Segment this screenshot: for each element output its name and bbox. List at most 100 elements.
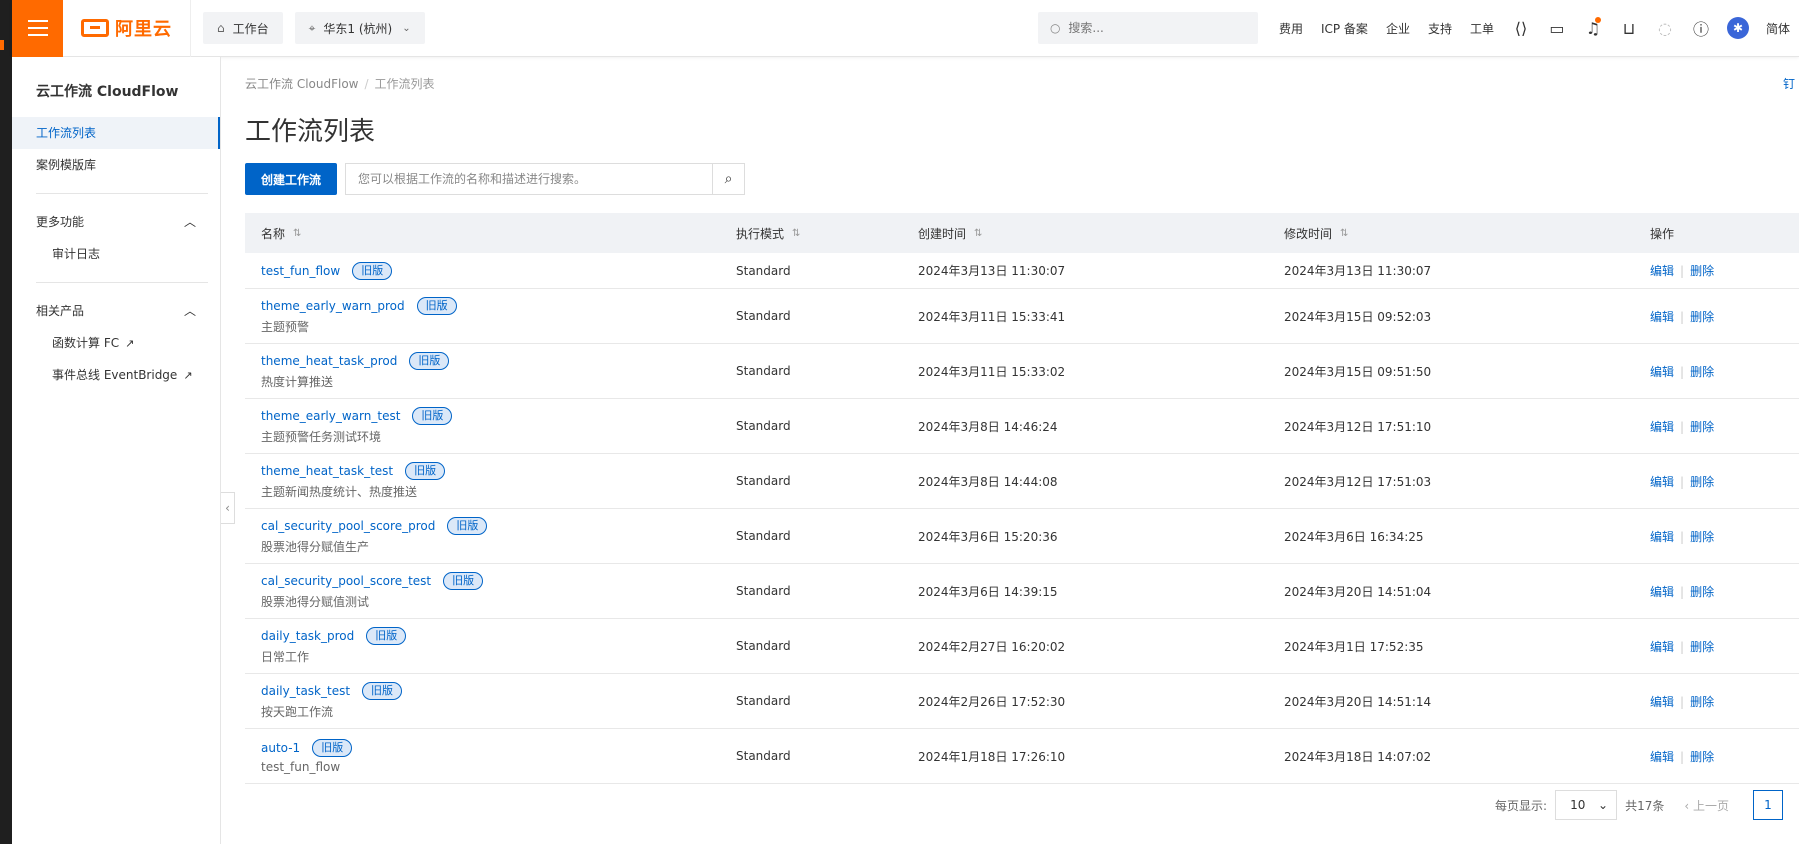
code-icon[interactable]: ⟨⟩ [1503, 19, 1539, 38]
breadcrumb-root[interactable]: 云工作流 CloudFlow [245, 77, 359, 91]
cell-modified: 2024年3月6日 16:34:25 [1284, 529, 1424, 544]
col-header-mode[interactable]: 执行模式 ⇅ [720, 225, 902, 242]
brand-logo[interactable]: 阿里云 [63, 0, 191, 57]
per-page-select[interactable]: 10 ⌄ [1555, 790, 1618, 820]
global-search[interactable]: ○ [1037, 12, 1258, 44]
workflow-name-link[interactable]: theme_early_warn_test [261, 409, 400, 423]
table-row: theme_heat_task_test 旧版 主题新闻热度统计、热度推送 Stand… [245, 454, 1799, 509]
global-search-input[interactable] [1068, 21, 1239, 35]
pin-link[interactable]: 钉 [1783, 75, 1795, 92]
region-label: 华东1 (杭州) [323, 21, 393, 36]
legacy-version-tag: 旧版 [366, 627, 407, 645]
edit-button[interactable]: 编辑 [1650, 530, 1674, 544]
cell-name: theme_early_warn_test 旧版 主题预警任务测试环境 [245, 407, 720, 445]
delete-button[interactable]: 删除 [1690, 365, 1714, 379]
cell-created: 2024年3月13日 11:30:07 [918, 264, 1066, 278]
hamburger-menu-button[interactable] [12, 0, 63, 57]
search-icon: ○ [1049, 21, 1061, 35]
workflow-description: 主题预警任务测试环境 [261, 430, 382, 444]
workflow-name-link[interactable]: theme_heat_task_test [261, 464, 393, 478]
nav-link-ticket[interactable]: 工单 [1461, 20, 1503, 37]
cell-actions: 编辑 | 删除 [1650, 584, 1715, 599]
delete-button[interactable]: 删除 [1690, 750, 1714, 764]
notification-dot [1594, 16, 1601, 23]
table-body: test_fun_flow 旧版 Standard 2024年3月13日 11:30:… [245, 253, 1799, 784]
workflow-name-link[interactable]: auto-1 [261, 741, 300, 755]
nav-link-billing[interactable]: 费用 [1270, 20, 1312, 37]
edit-button[interactable]: 编辑 [1650, 264, 1674, 278]
workflow-name-link[interactable]: test_fun_flow [261, 264, 340, 278]
table-row: cal_security_pool_score_prod 旧版 股票池得分赋值生产 S… [245, 509, 1799, 564]
sidebar-item-audit-log[interactable]: 审计日志 [12, 238, 220, 270]
delete-button[interactable]: 删除 [1690, 475, 1714, 489]
col-header-modified[interactable]: 修改时间 ⇅ [1268, 225, 1634, 242]
page-number-button[interactable]: 1 [1753, 790, 1783, 820]
workflow-name-link[interactable]: theme_heat_task_prod [261, 354, 397, 368]
workflow-search: ⌕ [345, 163, 746, 195]
page-title: 工作流列表 [245, 117, 376, 147]
bell-icon[interactable]: ♫ [1575, 16, 1611, 38]
delete-button[interactable]: 删除 [1690, 264, 1714, 278]
edit-button[interactable]: 编辑 [1650, 310, 1674, 324]
cart-icon[interactable]: ⊔ [1611, 19, 1647, 38]
workflow-search-input[interactable] [346, 164, 713, 194]
edit-button[interactable]: 编辑 [1650, 585, 1674, 599]
search-icon[interactable]: ⌕ [712, 164, 744, 194]
help-icon[interactable]: ⓘ [1683, 16, 1719, 40]
terminal-icon[interactable]: ▭ [1539, 19, 1575, 38]
workflow-name-link[interactable]: cal_security_pool_score_prod [261, 519, 435, 533]
table-row: test_fun_flow 旧版 Standard 2024年3月13日 11:30:… [245, 253, 1799, 289]
cell-mode: Standard [736, 694, 791, 708]
cell-mode: Standard [736, 419, 791, 433]
edit-button[interactable]: 编辑 [1650, 640, 1674, 654]
workflow-name-link[interactable]: theme_early_warn_prod [261, 299, 405, 313]
cell-actions: 编辑 | 删除 [1650, 364, 1715, 379]
cell-actions: 编辑 | 删除 [1650, 419, 1715, 434]
workflow-name-link[interactable]: daily_task_test [261, 684, 350, 698]
table-row: daily_task_prod 旧版 日常工作 Standard 2024年2月27日 … [245, 619, 1799, 674]
workflow-name-link[interactable]: cal_security_pool_score_test [261, 574, 431, 588]
cell-mode: Standard [736, 309, 791, 323]
prev-page-button[interactable]: ‹ 上一页 [1684, 797, 1729, 814]
link-label: 事件总线 EventBridge [52, 368, 178, 382]
col-header-name[interactable]: 名称 ⇅ [245, 225, 720, 242]
workbench-button[interactable]: ⌂ 工作台 [203, 12, 283, 44]
sidebar-item-eventbridge[interactable]: 事件总线 EventBridge ↗ [12, 359, 220, 391]
sidebar-item-templates[interactable]: 案例模版库 [12, 149, 220, 181]
lightbulb-icon[interactable]: ◌ [1647, 19, 1683, 38]
sidebar-item-fc[interactable]: 函数计算 FC ↗ [12, 327, 220, 359]
delete-button[interactable]: 删除 [1690, 310, 1714, 324]
location-pin-icon: ⌖ [308, 20, 316, 35]
sidebar-group-more[interactable]: 更多功能 ︿ [12, 206, 220, 238]
main-content: 云工作流 CloudFlow/工作流列表 钉 工作流列表 创建工作流 ⌕ 名称⇅… [245, 57, 1799, 844]
edit-button[interactable]: 编辑 [1650, 695, 1674, 709]
edit-button[interactable]: 编辑 [1650, 475, 1674, 489]
workflow-name-link[interactable]: daily_task_prod [261, 629, 354, 643]
chevron-down-icon: ⌄ [402, 22, 411, 34]
nav-link-icp[interactable]: ICP 备案 [1312, 20, 1377, 37]
edit-button[interactable]: 编辑 [1650, 420, 1674, 434]
delete-button[interactable]: 删除 [1690, 640, 1714, 654]
delete-button[interactable]: 删除 [1690, 585, 1714, 599]
edit-button[interactable]: 编辑 [1650, 365, 1674, 379]
legacy-version-tag: 旧版 [312, 738, 353, 757]
nav-link-support[interactable]: 支持 [1419, 20, 1461, 37]
sidebar-item-workflow-list[interactable]: 工作流列表 [12, 117, 220, 149]
workflow-description: 主题预警 [261, 320, 310, 334]
create-workflow-button[interactable]: 创建工作流 [245, 163, 338, 195]
avatar[interactable]: ✱ [1726, 17, 1749, 39]
cell-name: daily_task_test 旧版 按天跑工作流 [245, 682, 720, 720]
language-switch[interactable]: 简体 [1757, 20, 1799, 37]
col-header-created[interactable]: 创建时间 ⇅ [902, 225, 1268, 242]
cell-created: 2024年3月8日 14:44:08 [918, 474, 1058, 489]
workbench-label: 工作台 [232, 21, 269, 36]
edit-button[interactable]: 编辑 [1650, 750, 1674, 764]
delete-button[interactable]: 删除 [1690, 695, 1714, 709]
sidebar-group-related[interactable]: 相关产品 ︿ [12, 295, 220, 327]
region-selector[interactable]: ⌖ 华东1 (杭州) ⌄ [294, 12, 425, 44]
table-row: daily_task_test 旧版 按天跑工作流 Standard 2024年2月26… [245, 674, 1799, 729]
delete-button[interactable]: 删除 [1690, 420, 1714, 434]
sidebar-collapse-button[interactable]: ‹ [221, 492, 235, 524]
delete-button[interactable]: 删除 [1690, 530, 1714, 544]
nav-link-enterprise[interactable]: 企业 [1377, 20, 1419, 37]
